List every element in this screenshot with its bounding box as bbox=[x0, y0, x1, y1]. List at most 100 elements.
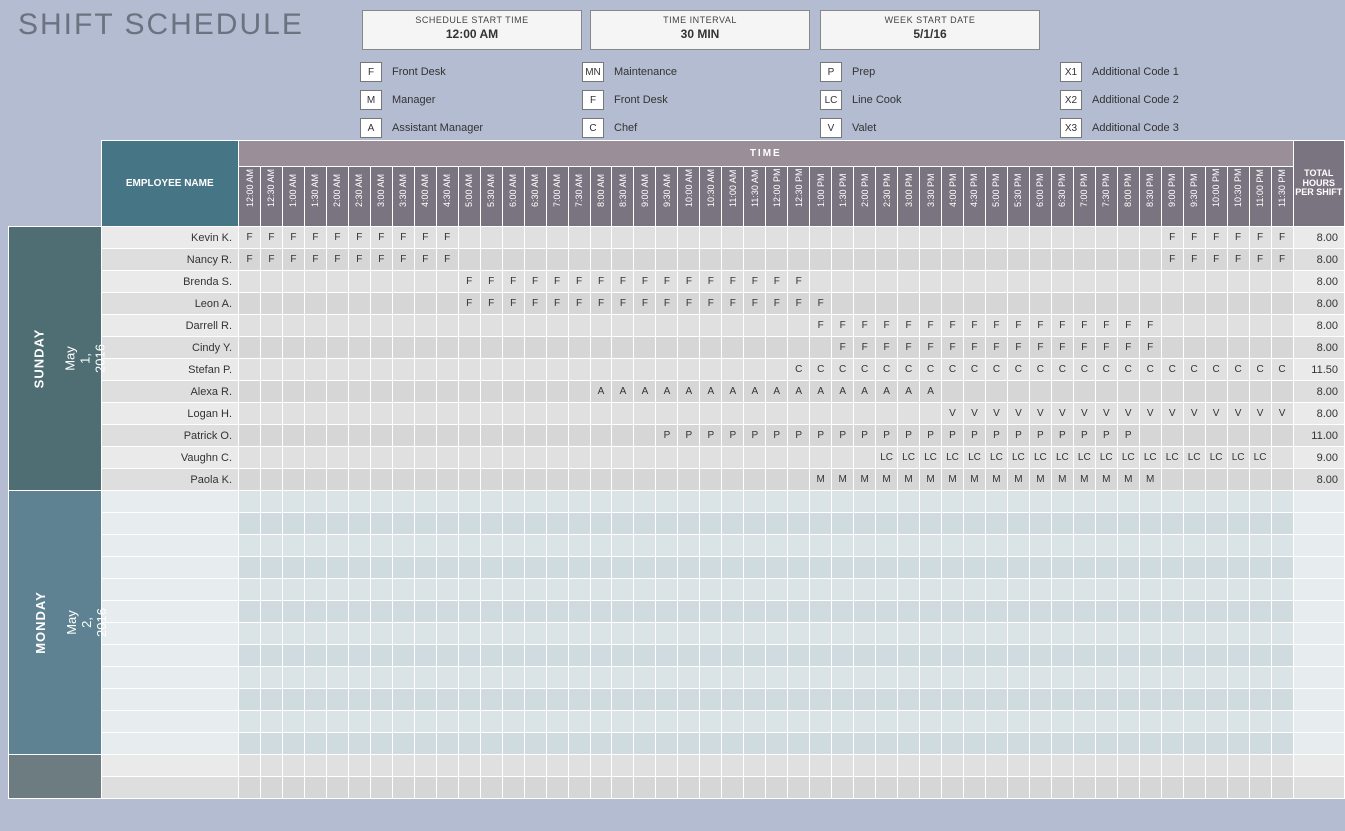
shift-cell[interactable] bbox=[392, 469, 414, 491]
shift-cell[interactable] bbox=[678, 513, 700, 535]
shift-cell[interactable]: F bbox=[722, 271, 744, 293]
shift-cell[interactable]: M bbox=[920, 469, 942, 491]
shift-cell[interactable] bbox=[502, 689, 524, 711]
shift-cell[interactable] bbox=[348, 733, 370, 755]
shift-cell[interactable] bbox=[590, 667, 612, 689]
shift-cell[interactable]: V bbox=[1205, 403, 1227, 425]
shift-cell[interactable] bbox=[1183, 535, 1205, 557]
shift-cell[interactable] bbox=[414, 491, 436, 513]
shift-cell[interactable] bbox=[480, 381, 502, 403]
shift-cell[interactable] bbox=[326, 777, 348, 799]
shift-cell[interactable] bbox=[1117, 601, 1139, 623]
shift-cell[interactable] bbox=[348, 491, 370, 513]
shift-cell[interactable] bbox=[898, 689, 920, 711]
shift-cell[interactable] bbox=[656, 249, 678, 271]
shift-cell[interactable] bbox=[458, 403, 480, 425]
employee-cell[interactable]: Patrick O. bbox=[101, 425, 239, 447]
shift-cell[interactable] bbox=[568, 579, 590, 601]
shift-cell[interactable] bbox=[854, 535, 876, 557]
shift-cell[interactable] bbox=[898, 513, 920, 535]
shift-cell[interactable] bbox=[414, 755, 436, 777]
shift-cell[interactable] bbox=[788, 513, 810, 535]
shift-cell[interactable] bbox=[458, 755, 480, 777]
shift-cell[interactable] bbox=[612, 711, 634, 733]
shift-cell[interactable] bbox=[436, 733, 458, 755]
shift-cell[interactable] bbox=[942, 491, 964, 513]
shift-cell[interactable]: F bbox=[590, 293, 612, 315]
shift-cell[interactable] bbox=[656, 645, 678, 667]
shift-cell[interactable]: F bbox=[260, 249, 282, 271]
shift-cell[interactable] bbox=[502, 755, 524, 777]
shift-cell[interactable] bbox=[1073, 667, 1095, 689]
shift-cell[interactable] bbox=[1139, 491, 1161, 513]
shift-cell[interactable]: F bbox=[480, 293, 502, 315]
shift-cell[interactable] bbox=[1249, 689, 1271, 711]
shift-cell[interactable]: C bbox=[1161, 359, 1183, 381]
shift-cell[interactable] bbox=[348, 271, 370, 293]
shift-cell[interactable] bbox=[722, 447, 744, 469]
shift-cell[interactable] bbox=[239, 513, 261, 535]
shift-cell[interactable] bbox=[370, 315, 392, 337]
shift-cell[interactable] bbox=[480, 667, 502, 689]
shift-cell[interactable] bbox=[414, 381, 436, 403]
shift-cell[interactable]: V bbox=[963, 403, 985, 425]
shift-cell[interactable] bbox=[700, 491, 722, 513]
shift-cell[interactable] bbox=[612, 557, 634, 579]
shift-cell[interactable]: M bbox=[1095, 469, 1117, 491]
shift-cell[interactable] bbox=[546, 447, 568, 469]
shift-cell[interactable] bbox=[1249, 491, 1271, 513]
shift-cell[interactable] bbox=[1271, 623, 1293, 645]
shift-cell[interactable] bbox=[1051, 513, 1073, 535]
shift-cell[interactable] bbox=[722, 337, 744, 359]
shift-cell[interactable] bbox=[876, 557, 898, 579]
shift-cell[interactable] bbox=[1051, 491, 1073, 513]
shift-cell[interactable] bbox=[656, 579, 678, 601]
shift-cell[interactable]: LC bbox=[1117, 447, 1139, 469]
shift-cell[interactable] bbox=[634, 491, 656, 513]
shift-cell[interactable] bbox=[1073, 227, 1095, 249]
shift-cell[interactable] bbox=[304, 777, 326, 799]
shift-cell[interactable] bbox=[348, 689, 370, 711]
shift-cell[interactable]: F bbox=[678, 293, 700, 315]
shift-cell[interactable] bbox=[502, 601, 524, 623]
shift-cell[interactable] bbox=[260, 667, 282, 689]
shift-cell[interactable] bbox=[1073, 535, 1095, 557]
shift-cell[interactable]: F bbox=[348, 227, 370, 249]
shift-cell[interactable] bbox=[392, 491, 414, 513]
shift-cell[interactable] bbox=[1139, 623, 1161, 645]
shift-cell[interactable] bbox=[304, 293, 326, 315]
shift-cell[interactable] bbox=[326, 623, 348, 645]
shift-cell[interactable] bbox=[282, 557, 304, 579]
shift-cell[interactable] bbox=[1161, 271, 1183, 293]
shift-cell[interactable] bbox=[239, 755, 261, 777]
shift-cell[interactable] bbox=[634, 755, 656, 777]
shift-cell[interactable] bbox=[304, 711, 326, 733]
shift-cell[interactable]: A bbox=[722, 381, 744, 403]
shift-cell[interactable] bbox=[985, 535, 1007, 557]
shift-cell[interactable] bbox=[590, 579, 612, 601]
shift-cell[interactable] bbox=[876, 403, 898, 425]
shift-cell[interactable] bbox=[722, 777, 744, 799]
shift-cell[interactable] bbox=[1073, 513, 1095, 535]
shift-cell[interactable] bbox=[436, 557, 458, 579]
shift-cell[interactable]: A bbox=[634, 381, 656, 403]
shift-cell[interactable] bbox=[326, 513, 348, 535]
shift-cell[interactable] bbox=[963, 293, 985, 315]
shift-cell[interactable] bbox=[1095, 755, 1117, 777]
shift-cell[interactable] bbox=[282, 579, 304, 601]
shift-cell[interactable] bbox=[678, 689, 700, 711]
shift-cell[interactable] bbox=[502, 733, 524, 755]
shift-cell[interactable] bbox=[963, 755, 985, 777]
shift-cell[interactable] bbox=[370, 645, 392, 667]
shift-cell[interactable] bbox=[436, 491, 458, 513]
shift-cell[interactable] bbox=[239, 315, 261, 337]
shift-cell[interactable] bbox=[744, 645, 766, 667]
shift-cell[interactable] bbox=[1161, 711, 1183, 733]
shift-cell[interactable] bbox=[788, 249, 810, 271]
shift-cell[interactable] bbox=[458, 513, 480, 535]
shift-cell[interactable] bbox=[480, 623, 502, 645]
shift-cell[interactable] bbox=[348, 425, 370, 447]
shift-cell[interactable]: F bbox=[458, 293, 480, 315]
shift-cell[interactable] bbox=[744, 513, 766, 535]
shift-cell[interactable] bbox=[612, 623, 634, 645]
